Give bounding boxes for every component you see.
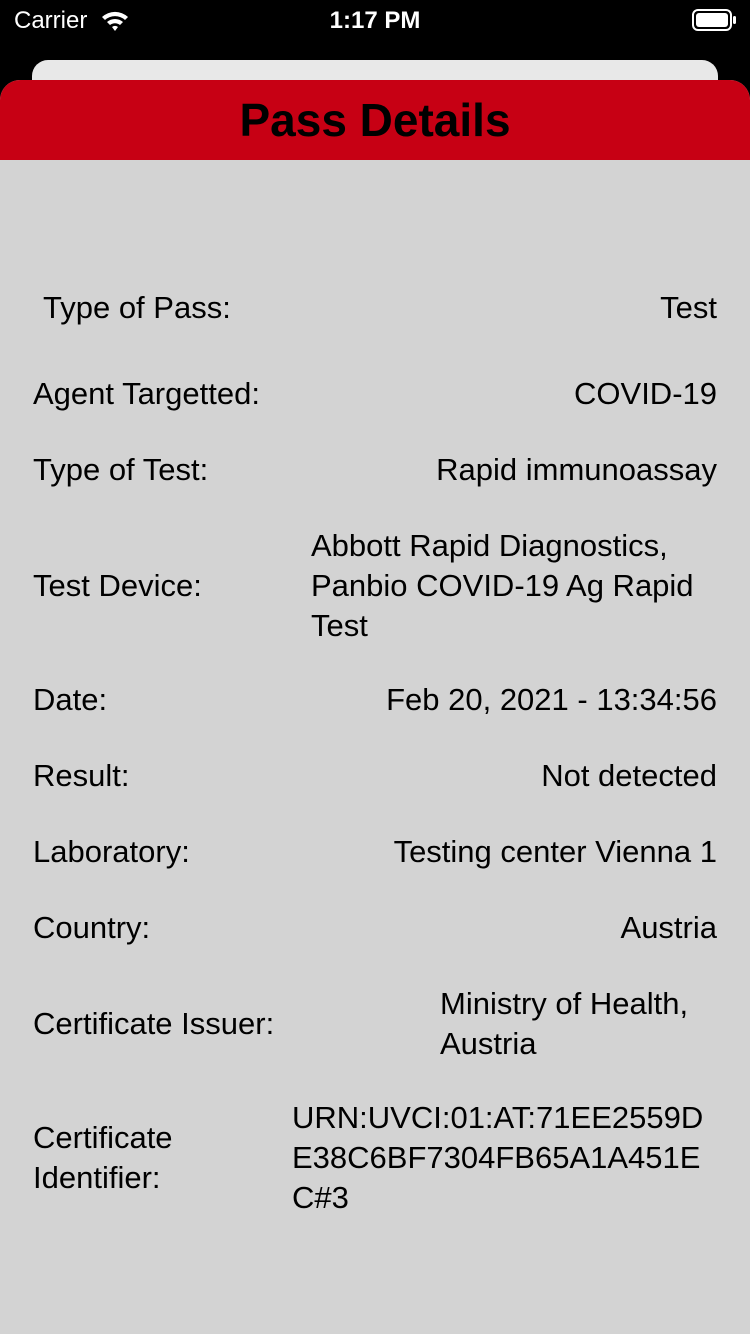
detail-row-test-device: Test Device: Abbott Rapid Diagnostics, P…: [33, 526, 717, 646]
battery-full-icon: [692, 9, 736, 31]
sheet-header: Pass Details: [0, 80, 750, 160]
detail-label: Test Device:: [33, 568, 202, 603]
page-title: Pass Details: [239, 94, 511, 146]
detail-value: Testing center Vienna 1: [393, 834, 717, 869]
detail-value: URN:UVCI:01:AT:71EE2559D E38C6BF7304FB65…: [292, 1100, 704, 1215]
detail-value: Not detected: [541, 758, 717, 793]
detail-label: Date:: [33, 682, 108, 717]
detail-value: Austria: [620, 910, 717, 945]
status-time: 1:17 PM: [329, 7, 421, 34]
detail-label: Agent Targetted:: [33, 376, 260, 411]
detail-label: Certificate Identifier:: [33, 1120, 173, 1195]
detail-row-country: Country: Austria: [33, 908, 717, 948]
detail-row-type-of-pass: Type of Pass: Test: [33, 288, 717, 328]
detail-value: Ministry of Health, Austria: [440, 986, 689, 1061]
detail-label: Type of Pass:: [43, 290, 231, 325]
detail-value: Feb 20, 2021 - 13:34:56: [386, 682, 717, 717]
detail-row-certificate-identifier: Certificate Identifier: URN:UVCI:01:AT:7…: [33, 1098, 717, 1218]
detail-row-agent-targetted: Agent Targetted: COVID-19: [33, 374, 717, 414]
detail-value: Test: [660, 290, 717, 325]
detail-value: Rapid immunoassay: [436, 452, 717, 487]
detail-label: Type of Test:: [33, 452, 209, 487]
detail-row-type-of-test: Type of Test: Rapid immunoassay: [33, 450, 717, 490]
detail-label: Certificate Issuer:: [33, 1006, 275, 1041]
detail-label: Country:: [33, 910, 151, 945]
detail-value: COVID-19: [574, 376, 717, 411]
detail-row-laboratory: Laboratory: Testing center Vienna 1: [33, 832, 717, 872]
detail-label: Result:: [33, 758, 130, 793]
detail-label: Laboratory:: [33, 834, 190, 869]
status-bar: Carrier 1:17 PM: [0, 0, 750, 40]
detail-row-date: Date: Feb 20, 2021 - 13:34:56: [33, 680, 717, 720]
detail-row-result: Result: Not detected: [33, 756, 717, 796]
detail-value: Abbott Rapid Diagnostics, Panbio COVID-1…: [311, 528, 694, 643]
detail-row-certificate-issuer: Certificate Issuer: Ministry of Health, …: [33, 984, 717, 1064]
